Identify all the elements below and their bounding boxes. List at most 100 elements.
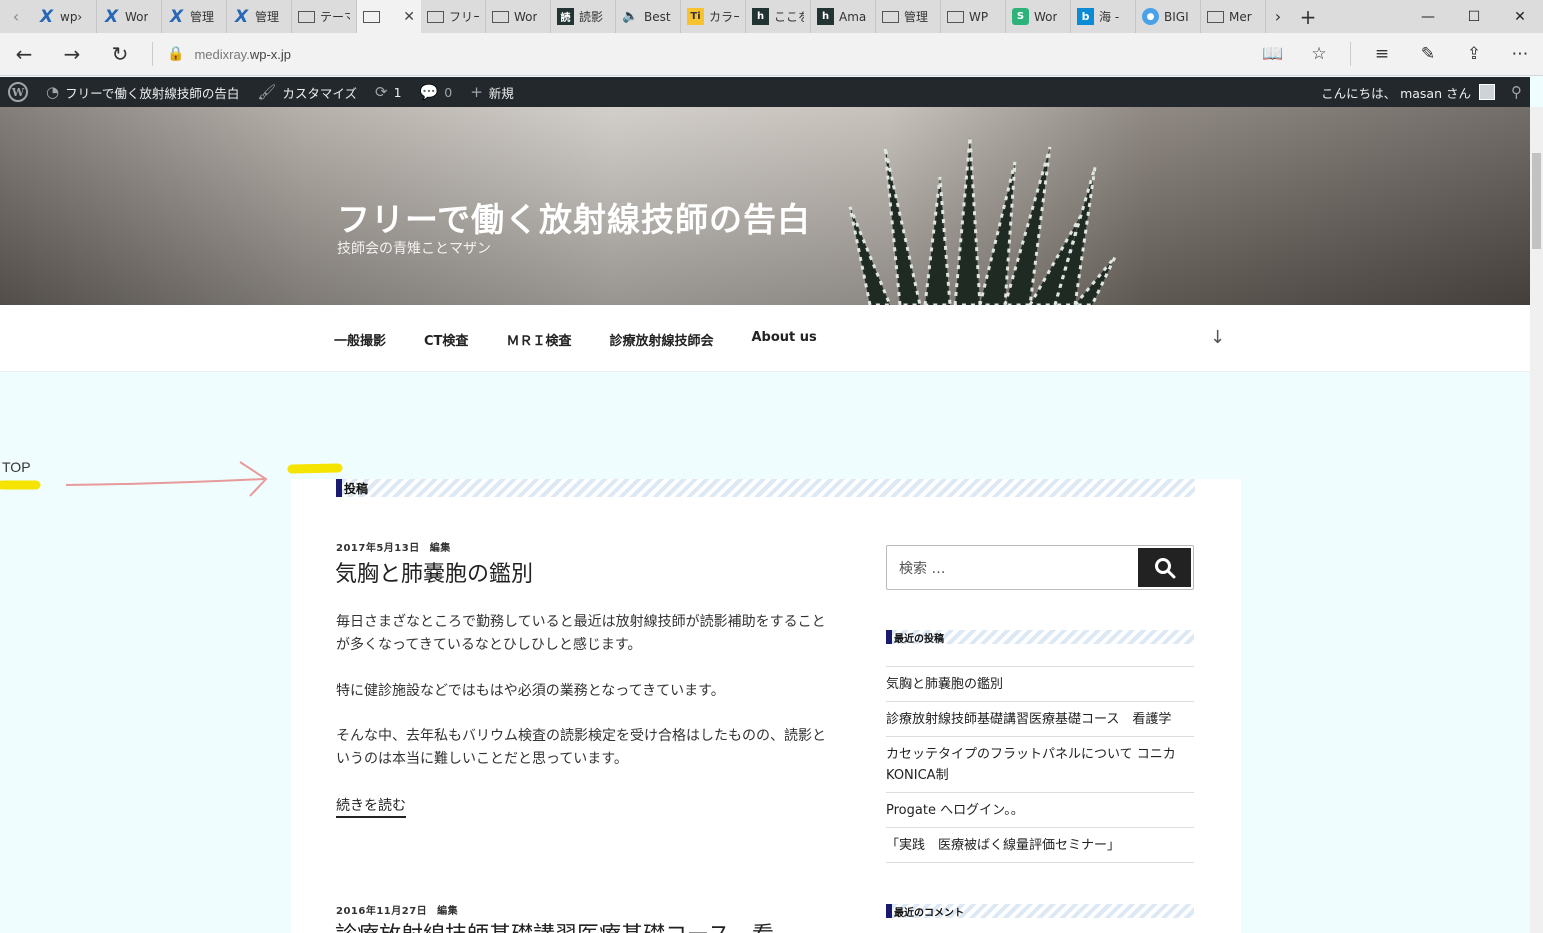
browser-tab-active[interactable]: ✕	[357, 0, 421, 33]
lock-icon[interactable]: 🔒	[167, 46, 184, 62]
address-bar: ← → ↻ 🔒 medixray.wp-x.jp 📖 ☆ ≡ ✎ ⇪ ⋯	[0, 33, 1543, 76]
post-title[interactable]: 診療放射線技師基礎講習医療基礎コース 看	[335, 917, 774, 933]
list-item[interactable]: カセッテタイプのフラットパネルについて コニカKONICA制	[886, 737, 1194, 793]
green-icon: S	[1012, 8, 1029, 25]
browser-tab[interactable]: X 管理	[227, 0, 292, 33]
post-date[interactable]: 2017年5月13日	[336, 543, 420, 554]
search-input[interactable]: 検索 …	[887, 558, 1138, 578]
nav-item-general[interactable]: 一般撮影	[334, 330, 386, 349]
recent-comments-heading: 最近のコメント	[886, 904, 1194, 919]
divider	[152, 42, 153, 66]
scroll-down-arrow-icon[interactable]: ↓	[1210, 327, 1225, 348]
search-icon	[1154, 557, 1175, 578]
tab-strip: Xwp› X Wor X 管理 X 管理 テーマ ✕ フリー Wor 読読影 🔈 Bes…	[32, 0, 1266, 33]
browser-tab[interactable]: 🔈 Best	[616, 0, 681, 33]
browser-tab[interactable]: X 管理	[162, 0, 227, 33]
section-title: 投稿	[344, 481, 369, 496]
search-icon[interactable]: ⚲	[1511, 83, 1522, 101]
nav-item-association[interactable]: 診療放射線技師会	[609, 330, 713, 349]
customize-link[interactable]: 🖌 カスタマイズ	[257, 83, 357, 102]
site-name-link[interactable]: ◔ フリーで働く放射線技師の告白	[46, 83, 239, 102]
comment-icon: 💬	[419, 83, 439, 101]
primary-navigation: 一般撮影 CT検査 ＭＲＩ検査 診療放射線技師会 About us ↓	[0, 305, 1530, 372]
close-window-icon[interactable]: ✕	[1497, 0, 1543, 33]
wordpress-icon: W	[8, 82, 28, 102]
recent-posts-heading: 最近の投稿	[886, 630, 1194, 645]
window-controls: — ☐ ✕	[1405, 0, 1543, 33]
updates-icon: ⟳	[375, 83, 388, 101]
brush-icon: 🖌	[257, 83, 277, 101]
nav-item-mri[interactable]: ＭＲＩ検査	[506, 330, 571, 349]
refresh-icon[interactable]: ↻	[96, 42, 144, 66]
header-plant-image	[848, 136, 1117, 305]
web-note-icon[interactable]: ✎	[1405, 44, 1451, 64]
hub-icon[interactable]: ≡	[1359, 44, 1405, 64]
bing-icon: b	[1077, 8, 1094, 25]
browser-tab[interactable]: h Ama	[811, 0, 876, 33]
share-icon[interactable]: ⇪	[1451, 44, 1497, 64]
updates-link[interactable]: ⟳ 1	[375, 83, 402, 101]
browser-tab[interactable]: b海 -	[1071, 0, 1136, 33]
customize-label: カスタマイズ	[282, 85, 358, 101]
scrollbar-thumb[interactable]	[1532, 153, 1541, 249]
back-icon[interactable]: ←	[0, 42, 48, 66]
favorite-star-icon[interactable]: ☆	[1296, 44, 1342, 64]
list-item[interactable]: 診療放射線技師基礎講習医療基礎コース 看護学	[886, 702, 1194, 737]
read-more-link[interactable]: 続きを読む	[336, 795, 406, 818]
page-icon	[1207, 10, 1224, 23]
wp-logo-button[interactable]: W	[8, 82, 28, 102]
browser-tab[interactable]: フリー	[421, 0, 486, 33]
browser-tab[interactable]: WP	[941, 0, 1006, 33]
more-icon[interactable]: ⋯	[1497, 44, 1543, 64]
maximize-icon[interactable]: ☐	[1451, 0, 1497, 33]
browser-tab[interactable]: Xwp›	[32, 0, 97, 33]
new-tab-button[interactable]: +	[1290, 0, 1326, 33]
ti-icon: Ti	[687, 8, 704, 25]
tab-label: Wor	[125, 9, 149, 24]
tab-label: 管理	[190, 10, 215, 24]
browser-tab[interactable]: 読読影	[551, 0, 616, 33]
tab-scroll-right-icon[interactable]: ›	[1266, 0, 1290, 33]
browser-tab[interactable]: ● BIGI	[1136, 0, 1201, 33]
page-scrollbar[interactable]	[1530, 107, 1543, 933]
new-content-link[interactable]: + 新規	[470, 83, 514, 102]
browser-tab[interactable]: テーマ	[292, 0, 357, 33]
browser-tab[interactable]: Ti カラー	[681, 0, 746, 33]
minimize-icon[interactable]: —	[1405, 0, 1451, 33]
tab-scroll-left-icon[interactable]: ‹	[0, 0, 32, 33]
edit-link[interactable]: 編集	[430, 543, 451, 554]
comments-count: 0	[444, 84, 453, 100]
list-item[interactable]: 「実践 医療被ばく線量評価セミナー」	[886, 828, 1194, 863]
browser-tab[interactable]: Mer	[1201, 0, 1266, 33]
site-title[interactable]: フリーで働く放射線技師の告白	[337, 193, 811, 241]
post-title[interactable]: 気胸と肺嚢胞の鑑別	[335, 556, 533, 588]
reading-view-icon[interactable]: 📖	[1250, 44, 1296, 64]
user-greeting[interactable]: こんにちは、 masan さん	[1321, 83, 1471, 102]
browser-tab[interactable]: Wor	[486, 0, 551, 33]
page-icon	[427, 10, 444, 23]
list-item[interactable]: Progate へログイン。。	[886, 793, 1194, 828]
browser-tab[interactable]: 管理	[876, 0, 941, 33]
site-header: フリーで働く放射線技師の告白 技師会の青雉ことマザン	[0, 107, 1530, 305]
close-tab-icon[interactable]: ✕	[403, 9, 415, 25]
nav-item-about[interactable]: About us	[751, 330, 816, 349]
page-icon	[882, 10, 899, 23]
list-item[interactable]: 気胸と肺嚢胞の鑑別	[886, 667, 1194, 702]
url-field[interactable]: medixray.wp-x.jp	[194, 47, 291, 62]
browser-tab[interactable]: X Wor	[97, 0, 162, 33]
tab-label: Ama	[839, 9, 867, 24]
nav-item-ct[interactable]: CT検査	[424, 330, 468, 349]
post-date[interactable]: 2016年11月27日	[336, 906, 427, 917]
browser-tab[interactable]: h ここを	[746, 0, 811, 33]
tab-label: 読影	[579, 10, 604, 24]
browser-tab[interactable]: S Wor	[1006, 0, 1071, 33]
avatar[interactable]	[1479, 84, 1495, 100]
comments-link[interactable]: 💬 0	[420, 83, 453, 101]
edit-link[interactable]: 編集	[437, 906, 458, 917]
forward-icon[interactable]: →	[48, 42, 96, 66]
search-button[interactable]	[1138, 548, 1191, 587]
x-icon: X	[104, 6, 119, 27]
plus-icon: +	[470, 83, 483, 101]
new-label: 新規	[488, 85, 514, 101]
posts-section-heading: 投稿	[336, 479, 1195, 497]
